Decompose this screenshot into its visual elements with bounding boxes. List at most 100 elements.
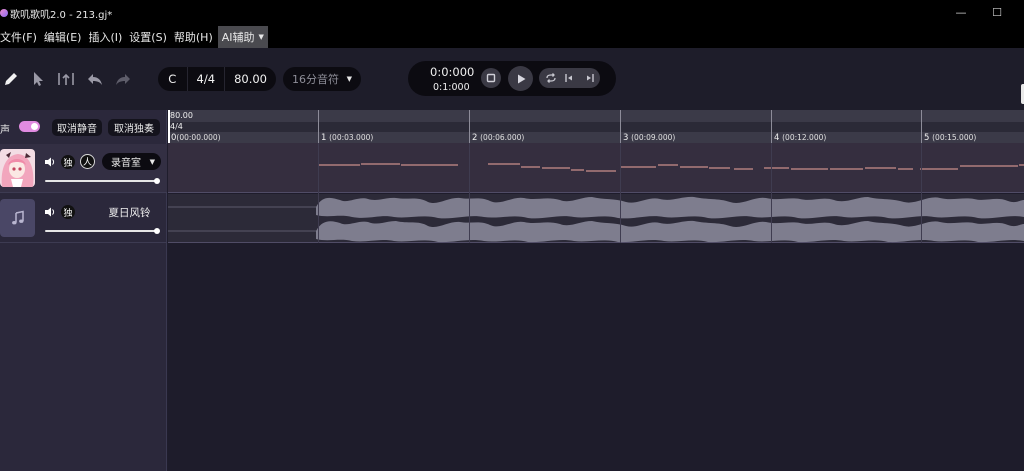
unsolo-all-button[interactable]: 取消独奏	[108, 119, 160, 136]
redo-icon	[116, 74, 130, 85]
menu-ai-assist[interactable]: AI辅助 ▼	[217, 26, 268, 48]
song-settings-group: C 4/4 80.00	[158, 67, 276, 91]
window-title: 歌叽歌叽2.0 - 213.gj*	[10, 9, 113, 21]
menu-edit[interactable]: 编辑(E)	[42, 26, 84, 48]
pointer-icon	[34, 72, 43, 86]
pencil-tool-button[interactable]	[0, 68, 22, 90]
grid-line	[921, 143, 922, 243]
menu-ai-assist-label: AI辅助	[221, 31, 255, 44]
bar-label: 1 (00:03.000)	[321, 133, 373, 143]
voice-mode-button[interactable]: 人	[80, 154, 95, 169]
bar-label: 3 (00:09.000)	[623, 133, 675, 143]
minimize-button[interactable]: —	[951, 4, 971, 20]
bar-label: 2 (00:06.000)	[472, 133, 524, 143]
menu-insert[interactable]: 插入(I)	[86, 26, 124, 48]
bar-number: 2	[472, 133, 478, 143]
signature-ruler[interactable]	[168, 122, 1024, 132]
pencil-icon	[5, 73, 17, 85]
playhead[interactable]	[168, 110, 170, 143]
bar-divider	[921, 110, 922, 143]
audio-track-tile[interactable]	[0, 199, 35, 237]
select-tool-button[interactable]	[27, 68, 49, 90]
bar-number: 3	[623, 133, 629, 143]
redo-button[interactable]	[112, 68, 134, 90]
title-bar: 歌叽歌叽2.0 - 213.gj* — ☐	[0, 0, 1024, 26]
split-tool-button[interactable]	[55, 68, 77, 90]
volume-slider[interactable]	[45, 180, 158, 182]
track-row[interactable]: 独 人 录音室 ▼	[0, 144, 167, 193]
bar-divider	[620, 110, 621, 143]
tempo-input[interactable]: 80.00	[225, 67, 276, 91]
time-signature-selector[interactable]: 4/4	[188, 67, 226, 91]
menu-file[interactable]: 文件(F)	[0, 26, 39, 48]
grid-line	[620, 143, 621, 243]
note-preview	[318, 163, 1024, 172]
mute-button[interactable]	[43, 205, 57, 219]
chevron-down-icon: ▼	[258, 33, 264, 41]
bar-divider	[318, 110, 319, 143]
bar-position-display: 0:1:000	[433, 82, 470, 93]
solo-button[interactable]: 独	[61, 205, 75, 219]
app-logo-icon	[0, 9, 8, 17]
menu-help[interactable]: 帮助(H)	[172, 26, 215, 48]
bar-time: (00:09.000)	[631, 133, 676, 142]
tempo-marker[interactable]: 80.00	[170, 111, 193, 120]
bar-ruler[interactable]	[168, 132, 1024, 143]
solo-button[interactable]: 独	[61, 155, 75, 169]
speaker-icon	[45, 207, 55, 217]
menu-settings[interactable]: 设置(S)	[127, 26, 169, 48]
timeline-area[interactable]: 80.00 4/4 0(00:00.000) 1 (00:03.000) 2 (…	[168, 110, 1024, 471]
vocal-track-lane[interactable]	[168, 143, 1024, 193]
play-button[interactable]	[508, 66, 533, 91]
bar-time: (00:06.000)	[480, 133, 525, 142]
toolbar: C 4/4 80.00 16分音符 ▼ 0:0:000 0:1:000	[0, 48, 1024, 110]
chevron-down-icon: ▼	[346, 75, 352, 83]
audio-waveform	[168, 196, 1024, 243]
bar-time: (00:03.000)	[329, 133, 374, 142]
volume-slider[interactable]	[45, 230, 158, 232]
note-division-value: 16分音符	[292, 73, 339, 86]
bar-time: (00:12.000)	[782, 133, 827, 142]
bar-time: (00:15.000)	[932, 133, 977, 142]
bar-divider	[771, 110, 772, 143]
go-to-start-icon[interactable]	[564, 72, 576, 84]
signature-marker[interactable]: 4/4	[170, 122, 183, 131]
unmute-all-button[interactable]: 取消静音	[52, 119, 102, 136]
singer-style-value: 录音室	[111, 158, 141, 169]
bar-number: 1	[321, 133, 327, 143]
bar-label: 0(00:00.000)	[171, 133, 221, 143]
bar-label: 4 (00:12.000)	[774, 133, 826, 143]
track-row[interactable]: 独 夏日风铃	[0, 194, 167, 243]
stop-button[interactable]	[481, 68, 501, 88]
singer-style-select[interactable]: 录音室 ▼	[102, 153, 161, 170]
volume-slider-handle[interactable]	[154, 228, 160, 234]
undo-button[interactable]	[84, 68, 106, 90]
volume-slider-handle[interactable]	[154, 178, 160, 184]
note-division-select[interactable]: 16分音符 ▼	[283, 67, 361, 91]
track-name[interactable]: 夏日风铃	[102, 205, 157, 220]
singer-avatar[interactable]	[0, 149, 35, 187]
human-voice-label: 人声	[0, 125, 10, 136]
track-panel-controls: 人声 取消静音 取消独奏	[0, 110, 167, 144]
transport-panel: 0:0:000 0:1:000	[408, 61, 616, 96]
human-voice-toggle[interactable]	[19, 121, 40, 132]
split-icon	[58, 73, 74, 85]
maximize-button[interactable]: ☐	[987, 4, 1007, 20]
bar-divider	[469, 110, 470, 143]
loop-icon[interactable]	[545, 72, 557, 84]
bar-number: 5	[924, 133, 930, 143]
audio-track-lane[interactable]	[168, 194, 1024, 243]
time-display: 0:0:000	[430, 65, 475, 79]
mute-button[interactable]	[43, 155, 57, 169]
key-selector[interactable]: C	[158, 67, 188, 91]
grid-line	[318, 143, 319, 243]
playback-options-group	[539, 68, 600, 88]
speaker-icon	[45, 157, 55, 167]
bar-time: (00:00.000)	[176, 133, 221, 142]
tempo-ruler[interactable]	[168, 110, 1024, 122]
chevron-down-icon: ▼	[149, 157, 155, 166]
singer-avatar-image	[0, 149, 35, 187]
music-note-icon	[11, 210, 24, 225]
go-to-end-icon[interactable]	[583, 72, 595, 84]
track-header-panel: 人声 取消静音 取消独奏 独 人 录音室 ▼	[0, 110, 167, 471]
